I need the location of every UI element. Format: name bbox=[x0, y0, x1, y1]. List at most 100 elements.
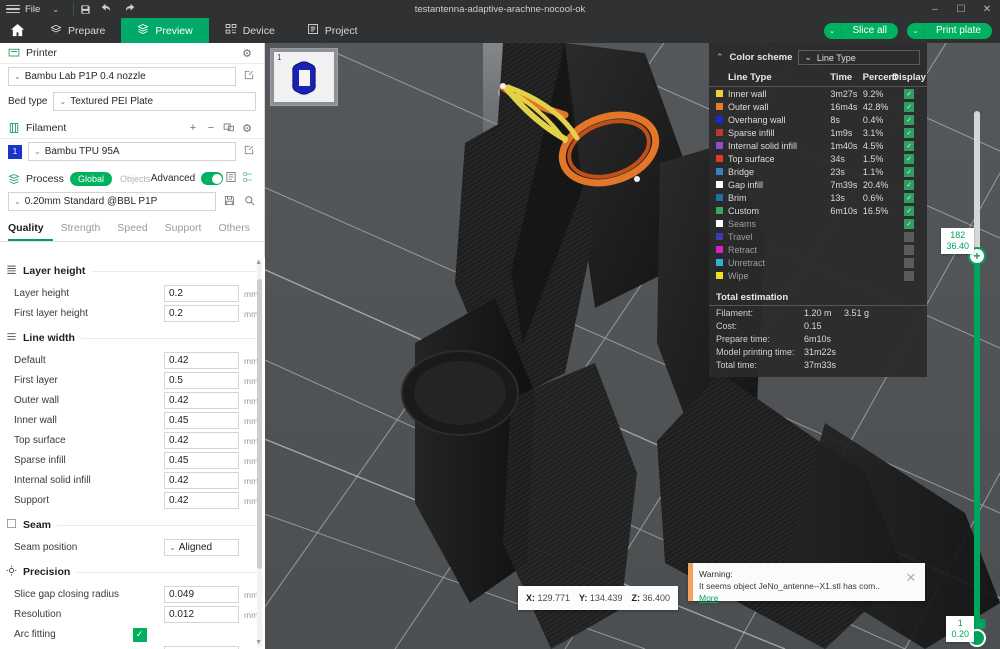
settings-scrollbar[interactable] bbox=[257, 259, 262, 647]
tab-speed[interactable]: Speed bbox=[117, 217, 156, 241]
legend-row[interactable]: Retract ✓ bbox=[709, 243, 927, 256]
close-icon[interactable]: ✕ bbox=[974, 0, 1000, 18]
process-scope-toggle[interactable]: Global Objects bbox=[69, 171, 151, 186]
close-icon[interactable]: ✕ bbox=[897, 563, 925, 601]
chevron-down-icon[interactable]: ⌄ bbox=[52, 5, 59, 14]
home-icon[interactable] bbox=[0, 18, 34, 43]
legend-row[interactable]: Bridge 23s 1.1% ✓ bbox=[709, 165, 927, 178]
legend-row[interactable]: Seams ✓ bbox=[709, 217, 927, 230]
gear-icon[interactable]: ⚙ bbox=[238, 122, 256, 135]
plate-thumbnail[interactable]: 1 bbox=[270, 48, 338, 106]
display-checkbox[interactable]: ✓ bbox=[904, 140, 915, 151]
layer-slider[interactable]: + bbox=[968, 111, 986, 647]
display-checkbox[interactable]: ✓ bbox=[904, 153, 915, 164]
display-checkbox[interactable]: ✓ bbox=[904, 88, 915, 99]
menu-icon[interactable] bbox=[6, 4, 20, 14]
scope-objects[interactable]: Objects bbox=[112, 172, 151, 186]
resolution-input[interactable]: 0.012 bbox=[164, 606, 239, 623]
sync-filament-icon[interactable] bbox=[220, 121, 238, 136]
bed-type-select[interactable]: ⌄ Textured PEI Plate bbox=[53, 92, 256, 111]
remove-filament-button[interactable]: − bbox=[202, 122, 220, 134]
undo-icon[interactable] bbox=[96, 0, 118, 18]
legend-row[interactable]: Sparse infill 1m9s 3.1% ✓ bbox=[709, 126, 927, 139]
legend-row[interactable]: Custom 6m10s 16.5% ✓ bbox=[709, 204, 927, 217]
filament-index-badge[interactable]: 1 bbox=[8, 144, 22, 159]
layer-height-input[interactable]: 0.2 bbox=[164, 285, 239, 302]
display-checkbox[interactable]: ✓ bbox=[904, 114, 915, 125]
default-width-input[interactable]: 0.42 bbox=[164, 352, 239, 369]
advanced-toggle[interactable] bbox=[201, 172, 224, 185]
tab-strength[interactable]: Strength bbox=[61, 217, 110, 241]
color-scheme-select[interactable]: ⌄ Line Type bbox=[798, 50, 920, 65]
first-layer-height-input[interactable]: 0.2 bbox=[164, 305, 239, 322]
display-checkbox[interactable]: ✓ bbox=[904, 244, 915, 255]
sparse-infill-width-input[interactable]: 0.45 bbox=[164, 452, 239, 469]
display-checkbox[interactable]: ✓ bbox=[904, 231, 915, 242]
legend-row[interactable]: Travel ✓ bbox=[709, 230, 927, 243]
slice-all-button[interactable]: ⌄ Slice all bbox=[823, 22, 898, 39]
save-preset-icon[interactable] bbox=[222, 195, 236, 209]
display-checkbox[interactable]: ✓ bbox=[904, 270, 915, 281]
search-icon[interactable] bbox=[242, 195, 256, 209]
top-surface-width-input[interactable]: 0.42 bbox=[164, 432, 239, 449]
legend-row[interactable]: Wipe ✓ bbox=[709, 269, 927, 282]
scope-global[interactable]: Global bbox=[69, 171, 112, 186]
legend-row[interactable]: Internal solid infill 1m40s 4.5% ✓ bbox=[709, 139, 927, 152]
display-checkbox[interactable]: ✓ bbox=[904, 257, 915, 268]
group-line-width[interactable]: Line width bbox=[0, 324, 265, 350]
scroll-down-icon[interactable]: ▼ bbox=[255, 639, 262, 646]
tab-project[interactable]: Project bbox=[291, 18, 374, 43]
display-checkbox[interactable]: ✓ bbox=[904, 127, 915, 138]
preset-filter-icon[interactable] bbox=[240, 171, 256, 186]
tab-device[interactable]: Device bbox=[209, 18, 291, 43]
group-layer-height[interactable]: Layer height bbox=[0, 257, 265, 283]
legend-row[interactable]: Gap infill 7m39s 20.4% ✓ bbox=[709, 178, 927, 191]
chevron-down-icon[interactable]: ⌄ bbox=[824, 22, 842, 39]
tab-prepare[interactable]: Prepare bbox=[34, 18, 121, 43]
tab-others[interactable]: Others bbox=[218, 217, 259, 241]
support-width-input[interactable]: 0.42 bbox=[164, 492, 239, 509]
process-preset-select[interactable]: ⌄ 0.20mm Standard @BBL P1P bbox=[8, 192, 216, 211]
file-menu[interactable]: File bbox=[25, 4, 40, 15]
display-checkbox[interactable]: ✓ bbox=[904, 205, 915, 216]
tab-preview[interactable]: Preview bbox=[121, 18, 209, 43]
tab-support[interactable]: Support bbox=[165, 217, 211, 241]
settings-list[interactable]: Layer height Layer height 0.2 mm First l… bbox=[0, 257, 265, 649]
minimize-icon[interactable]: – bbox=[922, 0, 948, 18]
legend-row[interactable]: Overhang wall 8s 0.4% ✓ bbox=[709, 113, 927, 126]
display-checkbox[interactable]: ✓ bbox=[904, 166, 915, 177]
group-precision[interactable]: Precision bbox=[0, 558, 265, 584]
maximize-icon[interactable]: ☐ bbox=[948, 0, 974, 18]
legend-row[interactable]: Inner wall 3m27s 9.2% ✓ bbox=[709, 87, 927, 100]
compare-icon[interactable] bbox=[223, 171, 239, 186]
display-checkbox[interactable]: ✓ bbox=[904, 218, 915, 229]
gear-icon[interactable]: ⚙ bbox=[238, 47, 256, 60]
edit-printer-icon[interactable] bbox=[242, 70, 256, 83]
display-checkbox[interactable]: ✓ bbox=[904, 179, 915, 190]
warning-more-link[interactable]: More bbox=[699, 593, 718, 603]
display-checkbox[interactable]: ✓ bbox=[904, 101, 915, 112]
add-filament-button[interactable]: + bbox=[184, 122, 202, 134]
internal-solid-infill-width-input[interactable]: 0.42 bbox=[164, 472, 239, 489]
group-seam[interactable]: Seam bbox=[0, 511, 265, 537]
redo-icon[interactable] bbox=[118, 0, 140, 18]
inner-wall-width-input[interactable]: 0.45 bbox=[164, 412, 239, 429]
arc-fitting-checkbox[interactable]: ✓ bbox=[132, 627, 147, 642]
legend-row[interactable]: Unretract ✓ bbox=[709, 256, 927, 269]
legend-row[interactable]: Outer wall 16m4s 42.8% ✓ bbox=[709, 100, 927, 113]
outer-wall-width-input[interactable]: 0.42 bbox=[164, 392, 239, 409]
save-icon[interactable] bbox=[74, 0, 96, 18]
first-layer-width-input[interactable]: 0.5 bbox=[164, 372, 239, 389]
3d-viewport[interactable]: 1 X: 129.771 Y: 134.439 Z: 36.400 ➠ bbox=[265, 43, 1000, 649]
scroll-up-icon[interactable]: ▲ bbox=[255, 259, 262, 266]
printer-preset-select[interactable]: ⌄ Bambu Lab P1P 0.4 nozzle bbox=[8, 67, 236, 86]
slice-gap-closing-radius-input[interactable]: 0.049 bbox=[164, 586, 239, 603]
filament-preset-select[interactable]: ⌄ Bambu TPU 95A bbox=[28, 142, 236, 161]
seam-position-select[interactable]: ⌄ Aligned bbox=[164, 539, 239, 556]
edit-filament-icon[interactable] bbox=[242, 145, 256, 158]
layers-view-icon[interactable] bbox=[973, 617, 988, 635]
collapse-icon[interactable]: ⌃ bbox=[716, 52, 724, 63]
print-plate-button[interactable]: ⌄ Print plate bbox=[906, 22, 992, 39]
legend-row[interactable]: Top surface 34s 1.5% ✓ bbox=[709, 152, 927, 165]
scrollbar-thumb[interactable] bbox=[257, 279, 262, 569]
